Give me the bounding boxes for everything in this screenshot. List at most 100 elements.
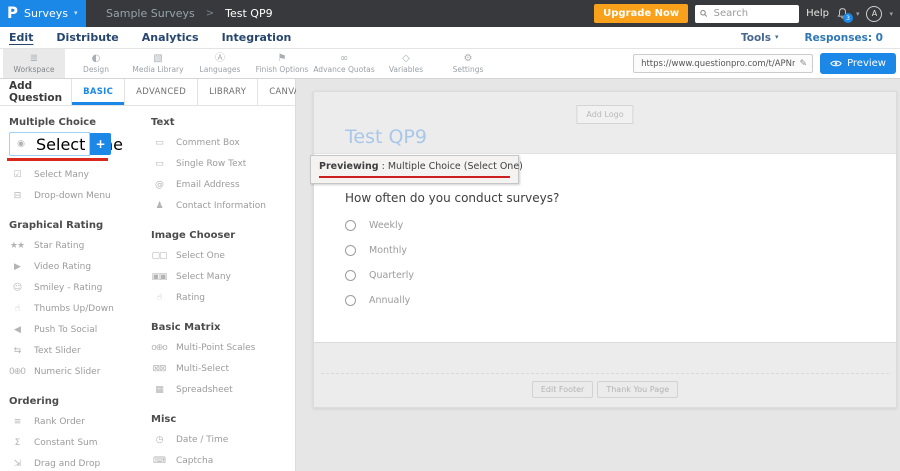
gear-icon: ⚙ (464, 54, 473, 64)
toolbar-design[interactable]: ◐Design (65, 49, 127, 78)
select-one-box[interactable]: ◉ Select One (9, 132, 90, 156)
radio-button[interactable] (345, 245, 356, 256)
tab-library[interactable]: LIBRARY (197, 79, 257, 105)
answer-options: Weekly Monthly Quarterly Annually (345, 220, 414, 306)
tab-edit[interactable]: Edit (9, 31, 33, 44)
option-annually[interactable]: Annually (345, 295, 414, 306)
wand-icon: ⚑ (278, 54, 287, 64)
add-logo-button[interactable]: Add Logo (576, 105, 633, 124)
textarea-icon: ▭ (151, 138, 167, 148)
previewing-text: Previewing : Multiple Choice (Select One… (319, 161, 510, 172)
tab-analytics[interactable]: Analytics (142, 31, 199, 44)
topbar-actions: Upgrade Now Help 3 ▾ A ▾ (594, 4, 900, 23)
tab-advanced[interactable]: ADVANCED (124, 79, 197, 105)
question-type-dropdown-menu[interactable]: ⊟ Drop-down Menu (9, 185, 151, 206)
question-type-push-to-social[interactable]: ◀ Push To Social (9, 319, 151, 340)
search-box[interactable] (695, 5, 799, 23)
scale-points-icon: o⊕o (151, 343, 167, 353)
toolbar-workspace[interactable]: ≣Workspace (3, 49, 65, 78)
option-weekly[interactable]: Weekly (345, 220, 414, 231)
toolbar-variables[interactable]: ◇Variables (375, 49, 437, 78)
question-type-comment-box[interactable]: ▭ Comment Box (151, 132, 293, 153)
radio-button[interactable] (345, 270, 356, 281)
survey-title[interactable]: Test QP9 (345, 126, 427, 148)
tab-basic[interactable]: BASIC (71, 79, 124, 105)
question-type-image-rating[interactable]: ☝ Rating (151, 287, 293, 308)
section-multiple-choice: Multiple Choice (9, 117, 151, 128)
survey-url-input[interactable] (639, 58, 796, 70)
palette-icon: ◐ (92, 54, 101, 64)
responses-count[interactable]: Responses: 0 (805, 32, 883, 44)
upgrade-now-button[interactable]: Upgrade Now (594, 4, 688, 23)
question-type-captcha[interactable]: ⌨ Captcha (151, 450, 293, 471)
smiley-icon: ☺ (9, 283, 25, 293)
question-type-multi-point-scales[interactable]: o⊕o Multi-Point Scales (151, 337, 293, 358)
add-question-plus-button[interactable]: + (90, 133, 111, 155)
question-type-single-row-text[interactable]: ▭ Single Row Text (151, 153, 293, 174)
image-pair-checked-icon: ▣▣ (151, 272, 167, 282)
toolbar-settings[interactable]: ⚙Settings (437, 49, 499, 78)
radio-button[interactable] (345, 220, 356, 231)
links-icon: ∞ (340, 54, 348, 64)
sigma-icon: Σ (9, 438, 25, 448)
previewing-underline (319, 176, 510, 178)
notifications-chevron-icon[interactable]: ▾ (856, 10, 860, 18)
account-chevron-icon[interactable]: ▾ (889, 10, 893, 18)
product-name: Surveys (24, 7, 68, 20)
product-switcher[interactable]: P Surveys ▾ (0, 0, 86, 27)
help-link[interactable]: Help (806, 8, 829, 19)
questionpro-app: P Surveys ▾ Sample Surveys > Test QP9 Up… (0, 0, 900, 471)
workspace-icon: ≣ (30, 54, 38, 64)
section-basic-matrix: Basic Matrix (151, 322, 293, 333)
toolbar-languages[interactable]: ⒶLanguages (189, 49, 251, 78)
question-type-email-address[interactable]: @ Email Address (151, 174, 293, 195)
notifications-button[interactable]: 3 (836, 7, 849, 20)
question-type-thumbs-up-down[interactable]: ☝ Thumbs Up/Down (9, 298, 151, 319)
question-type-text-slider[interactable]: ⇆ Text Slider (9, 340, 151, 361)
option-quarterly[interactable]: Quarterly (345, 270, 414, 281)
clock-icon: ◷ (151, 435, 167, 445)
question-type-select-one[interactable]: ◉ Select One + (9, 132, 151, 156)
numeric-slider-icon: 0⊕0 (9, 367, 25, 377)
toolbar-finish-options[interactable]: ⚑Finish Options (251, 49, 313, 78)
edit-footer-button[interactable]: Edit Footer (532, 381, 594, 398)
question-type-select-many[interactable]: ☑ Select Many (9, 164, 151, 185)
option-monthly[interactable]: Monthly (345, 245, 414, 256)
question-type-contact-information[interactable]: ♟ Contact Information (151, 195, 293, 216)
preview-button[interactable]: Preview (820, 53, 896, 74)
checkbox-list-icon: ☑ (9, 170, 25, 180)
chevron-down-icon: ▾ (775, 34, 779, 41)
question-type-star-rating[interactable]: ★★ Star Rating (9, 235, 151, 256)
question-type-drag-and-drop[interactable]: ⇲ Drag and Drop (9, 453, 151, 471)
tab-integration[interactable]: Integration (222, 31, 292, 44)
question-type-image-select-many[interactable]: ▣▣ Select Many (151, 266, 293, 287)
toolbar-media-library[interactable]: ▧Media Library (127, 49, 189, 78)
breadcrumb-current: Test QP9 (225, 7, 272, 20)
notification-count-badge: 3 (843, 13, 853, 23)
avatar[interactable]: A (866, 6, 882, 22)
radio-button[interactable] (345, 295, 356, 306)
question-type-select-one-wrap: ◉ Select One + (9, 132, 151, 161)
tab-distribute[interactable]: Distribute (56, 31, 118, 44)
menu-bar: Edit Distribute Analytics Integration To… (0, 27, 900, 49)
question-text[interactable]: How often do you conduct surveys? (345, 191, 559, 205)
question-type-date-time[interactable]: ◷ Date / Time (151, 429, 293, 450)
survey-url-box: ✎ (633, 54, 813, 73)
question-type-video-rating[interactable]: ▶ Video Rating (9, 256, 151, 277)
question-type-multi-select[interactable]: ⊠⊠ Multi-Select (151, 358, 293, 379)
thank-you-page-button[interactable]: Thank You Page (597, 381, 678, 398)
question-type-smiley-rating[interactable]: ☺ Smiley - Rating (9, 277, 151, 298)
question-type-constant-sum[interactable]: Σ Constant Sum (9, 432, 151, 453)
thumb-icon: ☝ (9, 304, 25, 314)
question-type-spreadsheet[interactable]: ▦ Spreadsheet (151, 379, 293, 400)
tools-dropdown[interactable]: Tools▾ (741, 32, 779, 44)
edit-url-pencil-icon[interactable]: ✎ (800, 59, 808, 69)
multi-checkbox-icon: ⊠⊠ (151, 364, 167, 374)
question-type-numeric-slider[interactable]: 0⊕0 Numeric Slider (9, 361, 151, 382)
toolbar-advance-quotas[interactable]: ∞Advance Quotas (313, 49, 375, 78)
question-type-image-select-one[interactable]: ▢▢ Select One (151, 245, 293, 266)
breadcrumb-parent[interactable]: Sample Surveys (106, 7, 195, 20)
question-type-rank-order[interactable]: ≡ Rank Order (9, 411, 151, 432)
search-input[interactable] (712, 7, 794, 20)
image-icon: ▧ (153, 54, 162, 64)
